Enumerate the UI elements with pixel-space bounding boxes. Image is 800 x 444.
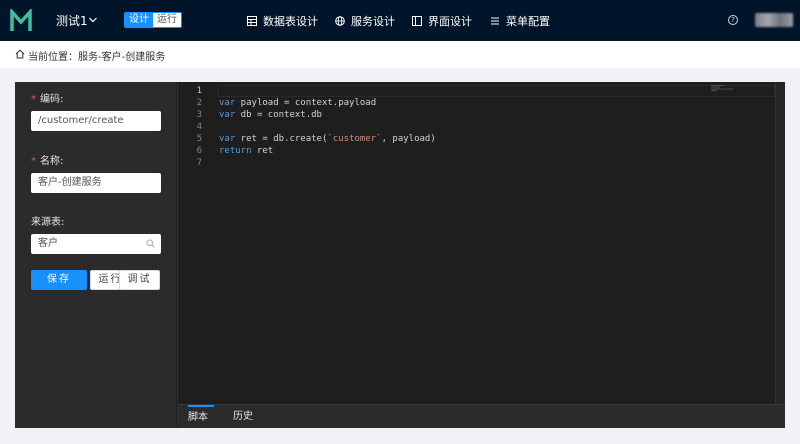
source-table-label: 来源表: <box>31 217 65 228</box>
layout-icon <box>412 15 422 26</box>
tab-history[interactable]: 历史 <box>233 405 259 429</box>
nav-ui-design[interactable]: 界面设计 <box>412 0 472 41</box>
code-editor[interactable]: 1 2 3 4 5 6 7 var payload = context.payl… <box>178 82 785 404</box>
breadcrumb-text: 当前位置：服务-客户-创建服务 <box>28 52 166 63</box>
nav-label: 数据表设计 <box>263 14 318 28</box>
code-line: var db = context.db <box>219 110 322 120</box>
source-table-value: 客户 <box>38 238 58 249</box>
user-avatar[interactable] <box>755 13 793 27</box>
code-line: var payload = context.payload <box>219 98 377 108</box>
nav-label: 界面设计 <box>428 14 472 28</box>
line-number: 5 <box>196 134 202 144</box>
name-input[interactable]: 客户-创建服务 <box>31 173 161 193</box>
save-button[interactable]: 保存 <box>31 270 87 290</box>
code-line: var ret = db.create(`customer`, payload) <box>219 134 436 144</box>
top-header: 测试1 设计 运行 数据表设计 服务设计 界面设计 菜单配置 ? <box>0 0 800 41</box>
code-label: * 编码: <box>31 94 64 105</box>
line-number: 2 <box>196 98 202 108</box>
nav-label: 菜单配置 <box>506 14 550 28</box>
required-mark: * <box>31 156 36 167</box>
chevron-down-icon[interactable] <box>88 15 98 25</box>
nav-table-design[interactable]: 数据表设计 <box>247 0 318 41</box>
tab-script[interactable]: 脚本 <box>188 405 214 429</box>
line-number: 4 <box>196 122 202 132</box>
home-icon[interactable] <box>15 49 25 59</box>
help-icon[interactable]: ? <box>728 15 738 25</box>
editor-scrollbar[interactable] <box>775 82 785 404</box>
debug-button[interactable]: 调试 <box>119 270 160 290</box>
editor-tabs: 脚本 历史 <box>178 404 785 428</box>
mode-run-button[interactable]: 运行 <box>153 13 181 27</box>
nav-service-design[interactable]: 服务设计 <box>335 0 395 41</box>
service-form-panel: * 编码: /customer/create * 名称: 客户-创建服务 来源表: … <box>15 82 177 428</box>
table-icon <box>247 15 257 26</box>
code-input[interactable]: /customer/create <box>31 111 161 131</box>
line-number: 7 <box>196 158 202 168</box>
line-number: 6 <box>196 146 202 156</box>
mode-toggle: 设计 运行 <box>124 12 182 28</box>
globe-icon <box>335 15 345 26</box>
current-line-highlight <box>218 85 775 97</box>
line-number: 1 <box>196 86 202 96</box>
mode-design-button[interactable]: 设计 <box>125 13 153 27</box>
required-mark: * <box>31 94 36 105</box>
search-icon[interactable] <box>146 239 155 248</box>
project-name[interactable]: 测试1 <box>56 12 88 29</box>
code-minimap[interactable] <box>711 84 741 92</box>
breadcrumb: 当前位置：服务-客户-创建服务 <box>0 41 800 68</box>
name-label: * 名称: <box>31 156 64 167</box>
app-logo[interactable] <box>10 9 32 33</box>
nav-label: 服务设计 <box>351 14 395 28</box>
nav-menu-config[interactable]: 菜单配置 <box>490 0 550 41</box>
code-line: return ret <box>219 146 274 156</box>
line-number-gutter: 1 2 3 4 5 6 7 <box>178 82 214 404</box>
line-number: 3 <box>196 110 202 120</box>
menu-icon <box>491 17 499 24</box>
source-table-select[interactable]: 客户 <box>31 234 161 254</box>
